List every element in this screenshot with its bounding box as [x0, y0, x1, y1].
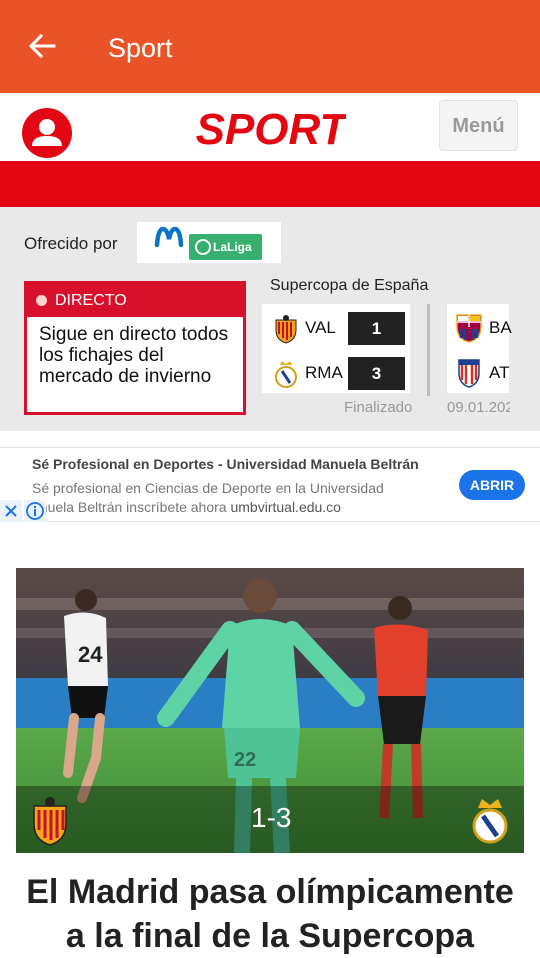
- live-card[interactable]: DIRECTO Sigue en directo todos los ficha…: [24, 281, 246, 415]
- laliga-ball-icon: [195, 239, 211, 255]
- article-hero-image[interactable]: 24 22 1-3: [16, 568, 524, 853]
- app-title: Sport: [108, 33, 173, 63]
- ad-close-icon[interactable]: [0, 500, 22, 522]
- team2-away-abbr: AT: [489, 363, 510, 382]
- ad-open-button[interactable]: ABRIR: [459, 470, 525, 500]
- match-status: Finalizado: [344, 399, 413, 416]
- offered-by-label: Ofrecido por: [24, 234, 118, 253]
- competition-title: Supercopa de España: [270, 277, 429, 294]
- article-headline[interactable]: El Madrid pasa olímpicamente a la final …: [16, 870, 524, 958]
- red-nav-bar: [0, 161, 540, 207]
- scores-section: Ofrecido por LaLiga DIRECTO Sigue en dir…: [0, 207, 540, 431]
- atletico-crest-icon: [458, 359, 480, 388]
- hero-score: 1-3: [251, 802, 292, 833]
- live-dot-icon: [36, 295, 47, 306]
- team-row-away: RMA 3: [262, 353, 410, 393]
- match-card[interactable]: BA AT: [447, 304, 512, 393]
- movistar-logo-icon: [154, 226, 184, 248]
- ad-title: Sé Profesional en Deportes - Universidad…: [32, 456, 419, 472]
- sport-logo[interactable]: SPORT: [196, 102, 346, 154]
- svg-text:SPORT: SPORT: [196, 105, 346, 154]
- svg-text:24: 24: [78, 642, 103, 667]
- ad-description-line1: Sé profesional en Ciencias de Deporte en…: [32, 480, 384, 496]
- back-arrow-icon[interactable]: [26, 30, 58, 62]
- ad-info-icon[interactable]: [24, 500, 46, 522]
- away-score: 3: [348, 357, 405, 390]
- match-date: 09.01.202: [447, 399, 510, 416]
- valencia-crest-icon: [275, 315, 297, 344]
- ad-url: umbvirtual.edu.co: [230, 499, 341, 515]
- live-label: DIRECTO: [55, 292, 127, 309]
- away-team-abbr: RMA: [305, 363, 343, 382]
- team-row-home: VAL 1: [262, 308, 410, 348]
- ad-banner[interactable]: Sé Profesional en Deportes - Universidad…: [0, 447, 540, 522]
- menu-button[interactable]: Menú: [439, 100, 518, 151]
- ad-description-line2: anuela Beltrán inscríbete ahora umbvirtu…: [32, 499, 341, 515]
- team2-home-abbr: BA: [489, 318, 512, 337]
- svg-text:22: 22: [234, 749, 256, 771]
- site-header: SPORT Menú: [0, 93, 540, 161]
- laliga-logo: LaLiga: [189, 234, 262, 260]
- app-bar: Sport: [0, 0, 540, 93]
- live-badge: DIRECTO: [27, 284, 243, 317]
- laliga-label: LaLiga: [213, 240, 252, 254]
- home-team-abbr: VAL: [305, 318, 336, 337]
- real-madrid-crest-icon: [275, 361, 297, 388]
- ad-description-text: anuela Beltrán inscríbete ahora: [32, 499, 227, 515]
- user-account-icon[interactable]: [22, 108, 72, 158]
- match-divider: [427, 304, 430, 396]
- live-headline: Sigue en directo todos los fichajes del …: [39, 324, 229, 387]
- sponsor-logos[interactable]: LaLiga: [137, 222, 281, 263]
- match-card[interactable]: VAL 1 RMA 3: [262, 304, 410, 393]
- home-score: 1: [348, 312, 405, 345]
- barcelona-crest-icon: [456, 314, 482, 343]
